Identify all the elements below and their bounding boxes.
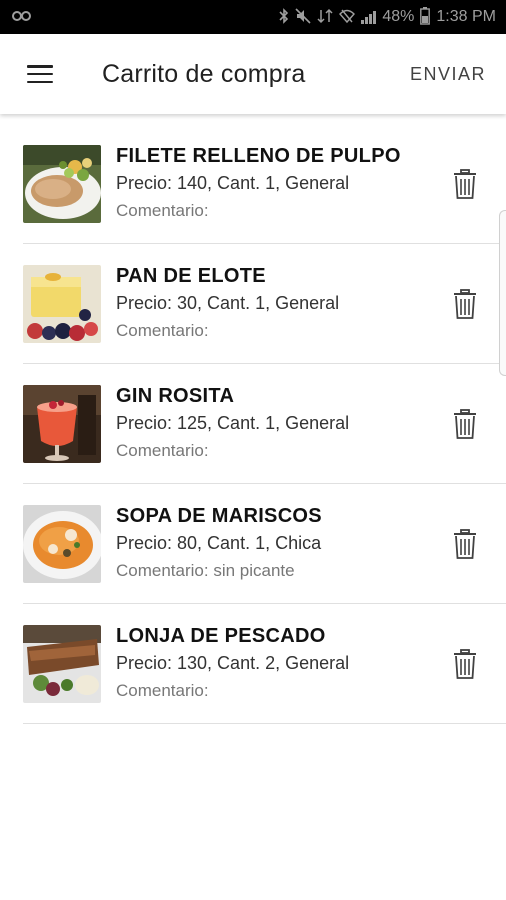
hamburger-menu-icon	[27, 65, 53, 83]
menu-button[interactable]	[14, 48, 66, 100]
cart-list: FILETE RELLENO DE PULPO Precio: 140, Can…	[0, 124, 506, 724]
item-name: GIN ROSITA	[116, 384, 235, 407]
signal-icon	[361, 10, 377, 24]
delete-item-button[interactable]	[441, 520, 489, 568]
delete-item-button[interactable]	[441, 640, 489, 688]
cart-item-text: FILETE RELLENO DE PULPO Precio: 140, Can…	[116, 143, 441, 225]
scrollbar[interactable]	[499, 210, 506, 376]
cart-item[interactable]: SOPA DE MARISCOS Precio: 80, Cant. 1, Ch…	[23, 484, 506, 604]
status-bar: 48% 1:38 PM	[0, 0, 506, 34]
trash-icon	[454, 408, 476, 439]
seafood-soup-photo	[23, 504, 101, 583]
wifi-off-icon	[339, 8, 356, 27]
network-type-icon	[317, 8, 333, 27]
item-comment: Comentario:	[116, 200, 209, 220]
item-detail: Precio: 80, Cant. 1, Chica	[116, 532, 322, 553]
item-comment: Comentario:	[116, 320, 209, 340]
item-name: PAN DE ELOTE	[116, 264, 266, 287]
stuffed-fillet-photo	[23, 144, 101, 223]
item-detail: Precio: 30, Cant. 1, General	[116, 292, 340, 313]
trash-icon	[454, 528, 476, 559]
cart-item[interactable]: PAN DE ELOTE Precio: 30, Cant. 1, Genera…	[23, 244, 506, 364]
cart-item-text: SOPA DE MARISCOS Precio: 80, Cant. 1, Ch…	[116, 503, 441, 585]
item-name: SOPA DE MARISCOS	[116, 504, 322, 527]
cart-item-text: GIN ROSITA Precio: 125, Cant. 1, General…	[116, 383, 441, 465]
trash-icon	[454, 168, 476, 199]
delete-item-button[interactable]	[441, 400, 489, 448]
item-comment: Comentario: sin picante	[116, 560, 295, 580]
cart-item[interactable]: GIN ROSITA Precio: 125, Cant. 1, General…	[23, 364, 506, 484]
trash-icon	[454, 648, 476, 679]
item-detail: Precio: 125, Cant. 1, General	[116, 412, 350, 433]
trash-icon	[454, 288, 476, 319]
cart-item[interactable]: FILETE RELLENO DE PULPO Precio: 140, Can…	[23, 124, 506, 244]
delete-item-button[interactable]	[441, 160, 489, 208]
clock: 1:38 PM	[436, 8, 496, 25]
mute-icon	[295, 7, 311, 27]
cart-item[interactable]: LONJA DE PESCADO Precio: 130, Cant. 2, G…	[23, 604, 506, 724]
bluetooth-icon	[279, 7, 289, 27]
status-left	[12, 10, 32, 25]
item-comment: Comentario:	[116, 440, 209, 460]
carrier-icon	[12, 10, 32, 25]
gin-cocktail-photo	[23, 384, 101, 463]
corn-bread-photo	[23, 264, 101, 343]
battery-icon	[420, 6, 431, 28]
send-button[interactable]: ENVIAR	[410, 64, 486, 85]
item-name: FILETE RELLENO DE PULPO	[116, 144, 401, 167]
battery-percent: 48%	[382, 8, 415, 25]
item-detail: Precio: 140, Cant. 1, General	[116, 172, 350, 193]
status-right: 48% 1:38 PM	[279, 6, 496, 28]
item-name: LONJA DE PESCADO	[116, 624, 326, 647]
cart-item-text: PAN DE ELOTE Precio: 30, Cant. 1, Genera…	[116, 263, 441, 345]
fish-slice-photo	[23, 624, 101, 703]
page-title: Carrito de compra	[102, 59, 306, 88]
delete-item-button[interactable]	[441, 280, 489, 328]
item-detail: Precio: 130, Cant. 2, General	[116, 652, 350, 673]
cart-item-text: LONJA DE PESCADO Precio: 130, Cant. 2, G…	[116, 623, 441, 705]
app-bar: Carrito de compra ENVIAR	[0, 34, 506, 114]
item-comment: Comentario:	[116, 680, 209, 700]
